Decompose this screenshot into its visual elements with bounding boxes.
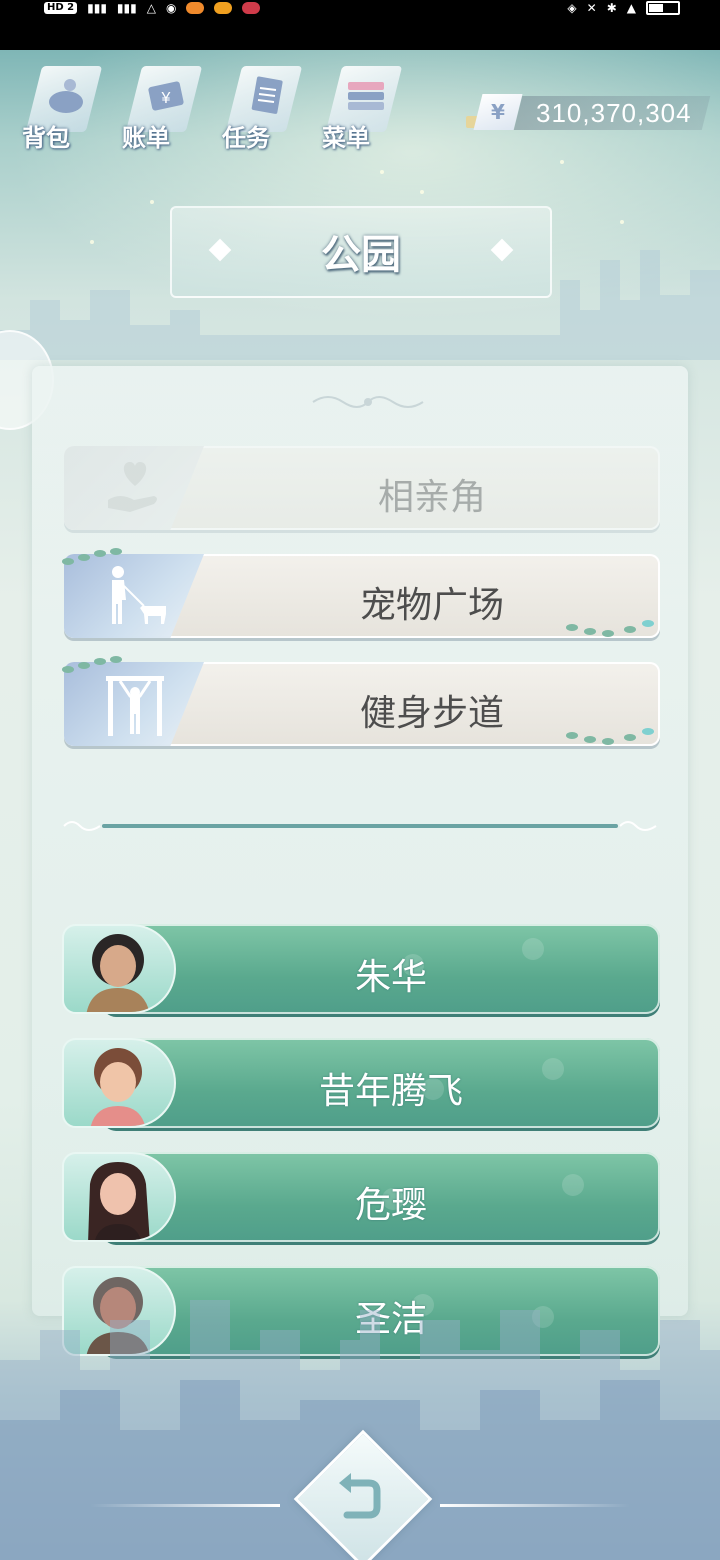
return-arrow-icon bbox=[339, 1473, 381, 1519]
leaf bbox=[602, 738, 614, 745]
status-right: ◈ ✕ ✱ ▲ bbox=[567, 0, 680, 16]
nav-bill-button[interactable]: ¥ 账单 bbox=[120, 60, 203, 152]
npc-portrait bbox=[90, 1048, 146, 1126]
footer-ornament-right bbox=[440, 1504, 630, 1507]
leaf bbox=[602, 630, 614, 637]
currency-display: ¥ 310,370,304 bbox=[466, 94, 711, 132]
flourish-ornament bbox=[312, 396, 424, 408]
sparkle bbox=[560, 160, 564, 164]
notification-icon-yellow bbox=[214, 2, 233, 14]
bill-icon: ¥ bbox=[146, 76, 186, 116]
footer-ornament-left bbox=[90, 1504, 280, 1507]
section-divider bbox=[62, 821, 658, 831]
sparkle bbox=[150, 200, 154, 204]
divider-line bbox=[102, 824, 618, 828]
game-scene: 背包 ¥ 账单 任务 菜单 ¥ 310,370,304 公园 相亲角 宠物广场 … bbox=[0, 50, 720, 1560]
leaf bbox=[110, 656, 122, 663]
status-left: HD 2 ▮▮▮ ▮▮▮ △ ◉ bbox=[44, 0, 261, 16]
leaf bbox=[62, 666, 74, 673]
nav-task-button[interactable]: 任务 bbox=[220, 60, 303, 152]
divider-curl-right bbox=[619, 821, 657, 831]
status-bar: HD 2 ▮▮▮ ▮▮▮ △ ◉ ◈ ✕ ✱ ▲ bbox=[0, 0, 720, 50]
menu-icon bbox=[346, 76, 386, 116]
network-badge: HD 2 bbox=[44, 2, 78, 14]
nav-bag-button[interactable]: 背包 bbox=[20, 60, 103, 152]
avatar bbox=[62, 1152, 176, 1242]
signal-icon-2: ▮▮▮ bbox=[116, 1, 137, 15]
nav-label: 任务 bbox=[222, 124, 270, 152]
page-title: 公园 bbox=[321, 232, 401, 278]
app-icon: ◉ bbox=[165, 1, 177, 15]
notification-icon-orange bbox=[186, 2, 205, 14]
nav-menu-button[interactable]: 菜单 bbox=[320, 60, 403, 152]
svg-text:¥: ¥ bbox=[161, 90, 171, 107]
sparkle bbox=[620, 220, 624, 224]
top-nav: 背包 ¥ 账单 任务 菜单 bbox=[20, 60, 403, 152]
leaf bbox=[584, 736, 596, 743]
npc-name: 危璎 bbox=[354, 1185, 427, 1226]
currency-amount: 310,370,304 bbox=[536, 98, 692, 128]
npc-name: 朱华 bbox=[354, 957, 427, 998]
heart-hand-icon bbox=[108, 462, 157, 512]
place-button-pet-plaza[interactable]: 宠物广场 bbox=[62, 548, 660, 638]
npc-list-item[interactable]: 昔年腾飞 bbox=[62, 1038, 660, 1130]
npc-portrait bbox=[88, 1162, 150, 1240]
npc-list-item[interactable]: 危璎 bbox=[62, 1152, 660, 1244]
npc-name: 昔年腾飞 bbox=[318, 1071, 463, 1112]
task-icon bbox=[246, 76, 286, 116]
bell-icon: ▲ bbox=[626, 1, 636, 15]
divider-curl-left bbox=[63, 821, 101, 831]
sparkle bbox=[420, 190, 424, 194]
nfc-icon: ◈ bbox=[567, 1, 577, 15]
nav-label: 账单 bbox=[122, 124, 170, 152]
leaf bbox=[584, 628, 596, 635]
location-panel: 相亲角 宠物广场 健身步道 朱华 昔年腾飞 危璎 圣洁 bbox=[32, 366, 688, 1356]
npc-portrait bbox=[86, 934, 150, 1012]
leaf bbox=[110, 548, 122, 555]
sparkle bbox=[380, 170, 384, 174]
place-label: 健身步道 bbox=[359, 693, 504, 734]
bag-icon bbox=[46, 76, 86, 116]
leaf-decoration bbox=[60, 654, 150, 684]
alert-icon: △ bbox=[146, 1, 156, 15]
avatar bbox=[62, 1038, 176, 1128]
bluetooth-icon: ✱ bbox=[606, 1, 617, 15]
place-button-matchmaking[interactable]: 相亲角 bbox=[64, 446, 660, 530]
location-banner: 公园 bbox=[170, 206, 552, 298]
notification-icon-red bbox=[242, 2, 261, 14]
nav-label: 菜单 bbox=[322, 124, 370, 152]
mute-icon: ✕ bbox=[586, 1, 597, 15]
leaf bbox=[78, 662, 90, 669]
place-button-fitness-trail[interactable]: 健身步道 bbox=[62, 656, 660, 746]
npc-list-item[interactable]: 朱华 bbox=[62, 924, 660, 1016]
leaf bbox=[94, 658, 106, 665]
avatar bbox=[62, 924, 176, 1014]
leaf bbox=[94, 550, 106, 557]
place-label: 宠物广场 bbox=[359, 585, 504, 626]
leaf bbox=[78, 554, 90, 561]
leaf bbox=[62, 558, 74, 565]
leaf-decoration bbox=[60, 546, 150, 576]
signal-icon: ▮▮▮ bbox=[87, 1, 107, 15]
place-label: 相亲角 bbox=[377, 477, 486, 518]
currency-symbol: ¥ bbox=[491, 100, 505, 124]
nav-label: 背包 bbox=[22, 124, 70, 152]
battery-icon bbox=[646, 1, 680, 15]
